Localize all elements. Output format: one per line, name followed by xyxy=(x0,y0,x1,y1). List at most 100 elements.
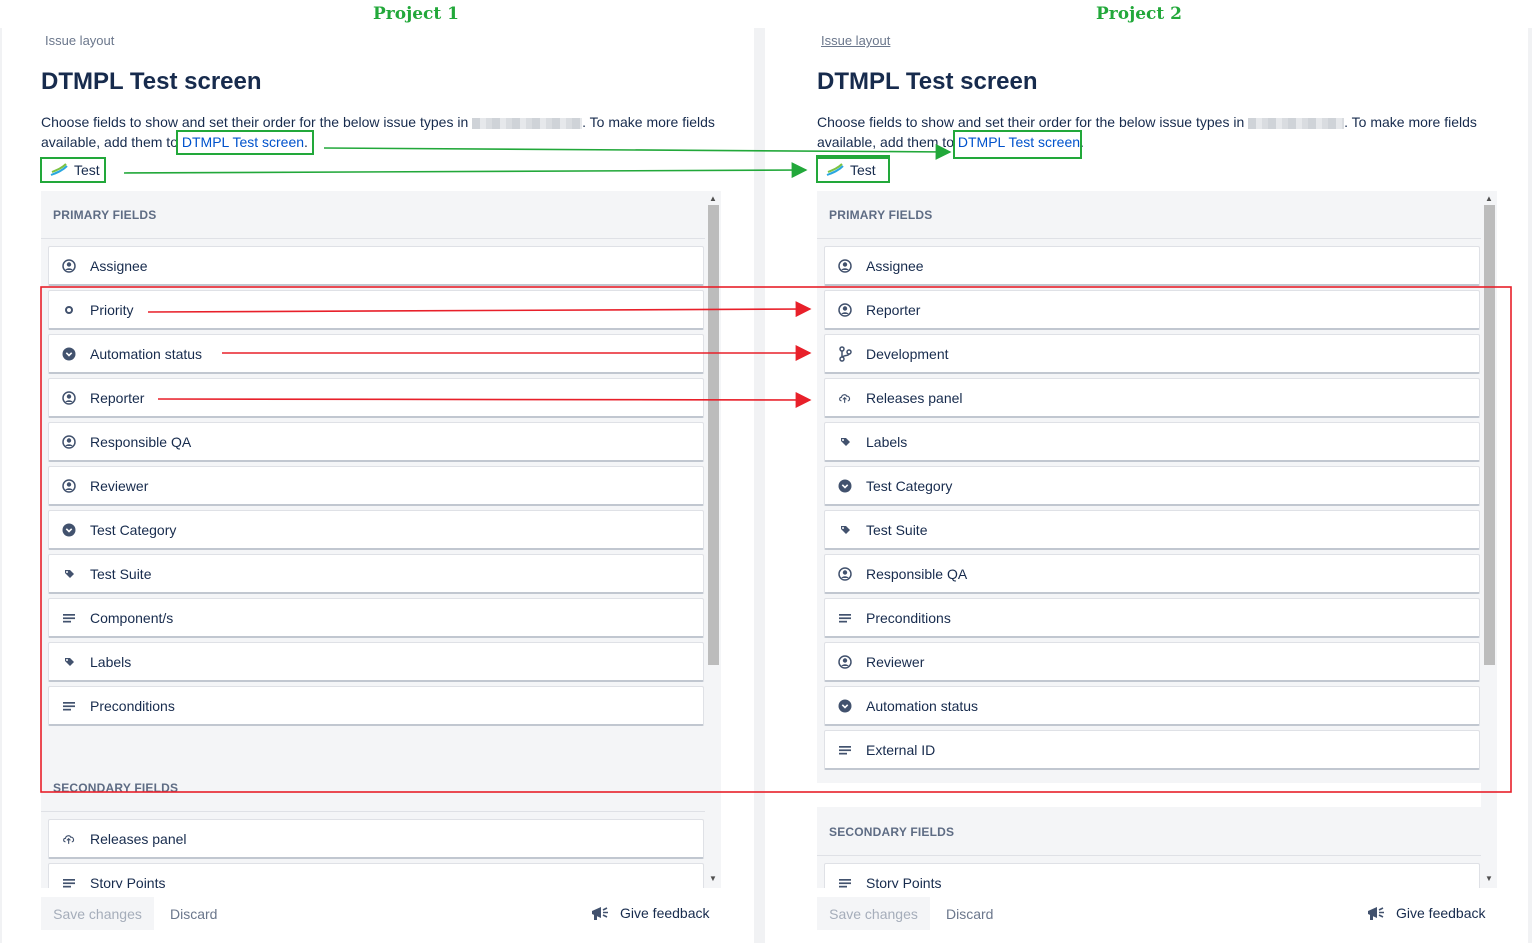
screen-link-highlight xyxy=(176,130,314,155)
page-title: DTMPL Test screen xyxy=(817,68,1038,95)
fields-panel: PRIMARY FIELDS Assignee Reporter Developme… xyxy=(817,191,1481,888)
section-gap xyxy=(817,783,1481,807)
field-label: Releases panel xyxy=(866,389,963,406)
give-feedback-button[interactable]: Give feedback xyxy=(1366,904,1486,922)
save-changes-button[interactable]: Save changes xyxy=(41,897,154,930)
field-row-releases-panel[interactable]: Releases panel xyxy=(48,819,704,859)
test-issue-type-icon xyxy=(50,163,68,176)
field-row-story-points[interactable]: Story Points xyxy=(48,863,704,888)
save-changes-button[interactable]: Save changes xyxy=(817,897,930,930)
field-label: Responsible QA xyxy=(90,433,192,450)
issue-type-highlight xyxy=(816,155,890,183)
field-label: Assignee xyxy=(866,257,924,274)
field-row-story-points[interactable]: Story Points xyxy=(824,863,1480,888)
field-row-priority[interactable]: Priority xyxy=(48,290,704,330)
field-label: Reviewer xyxy=(90,477,149,494)
cloud-upload-icon xyxy=(838,391,852,405)
field-label: External ID xyxy=(866,741,936,758)
field-label: Test Category xyxy=(866,477,953,494)
dropdown-circle-icon xyxy=(62,523,76,537)
text-lines-icon xyxy=(62,876,76,889)
field-label: Preconditions xyxy=(90,697,175,714)
field-row-external-id[interactable]: External ID xyxy=(824,730,1480,770)
priority-dot-icon xyxy=(62,303,76,317)
field-row-preconditions[interactable]: Preconditions xyxy=(48,686,704,726)
breadcrumb[interactable]: Issue layout xyxy=(821,33,890,48)
field-row-assignee[interactable]: Assignee xyxy=(824,246,1480,286)
field-label: Labels xyxy=(90,653,132,670)
field-label: Automation status xyxy=(90,345,203,362)
field-row-automation-status[interactable]: Automation status xyxy=(48,334,704,374)
fields-scrollbar[interactable]: ▲ ▼ xyxy=(1481,191,1497,888)
primary-fields-header: PRIMARY FIELDS xyxy=(53,208,157,222)
field-label: Test Suite xyxy=(90,565,152,582)
person-icon xyxy=(62,434,76,449)
field-row-test-category[interactable]: Test Category xyxy=(48,510,704,550)
field-row-responsible-qa[interactable]: Responsible QA xyxy=(824,554,1480,594)
field-row-labels[interactable]: Labels xyxy=(48,642,704,682)
dropdown-circle-icon xyxy=(838,479,852,493)
field-row-reviewer[interactable]: Reviewer xyxy=(48,466,704,506)
field-label: Component/s xyxy=(90,609,174,626)
cloud-upload-icon xyxy=(62,832,76,846)
field-label: Priority xyxy=(90,301,134,318)
breadcrumb[interactable]: Issue layout xyxy=(45,33,114,48)
give-feedback-button[interactable]: Give feedback xyxy=(590,904,710,922)
field-label: Test Category xyxy=(90,521,177,538)
tag-icon xyxy=(62,567,76,581)
section-divider xyxy=(41,811,705,812)
field-label: Assignee xyxy=(90,257,148,274)
dropdown-circle-icon xyxy=(838,699,852,713)
person-icon xyxy=(838,566,852,581)
primary-dropzone xyxy=(41,739,705,763)
field-row-responsible-qa[interactable]: Responsible QA xyxy=(48,422,704,462)
discard-button[interactable]: Discard xyxy=(946,906,993,922)
person-icon xyxy=(838,654,852,669)
scroll-up-arrow-icon[interactable]: ▲ xyxy=(709,194,717,203)
tag-icon xyxy=(838,435,852,449)
field-row-development[interactable]: Development xyxy=(824,334,1480,374)
field-row-test-suite[interactable]: Test Suite xyxy=(824,510,1480,550)
field-label: Test Suite xyxy=(866,521,928,538)
field-row-assignee[interactable]: Assignee xyxy=(48,246,704,286)
field-label: Story Points xyxy=(90,874,166,889)
page-title: DTMPL Test screen xyxy=(41,68,262,95)
secondary-fields-header: SECONDARY FIELDS xyxy=(829,825,955,839)
field-label: Releases panel xyxy=(90,830,187,847)
field-label: Development xyxy=(866,345,949,362)
person-icon xyxy=(62,478,76,493)
person-icon xyxy=(62,390,76,405)
dropdown-circle-icon xyxy=(62,347,76,361)
secondary-fields-header: SECONDARY FIELDS xyxy=(53,781,179,795)
issue-type-chip[interactable]: Test xyxy=(40,157,106,183)
fields-scrollbar[interactable]: ▲ ▼ xyxy=(705,191,721,888)
scroll-down-arrow-icon[interactable]: ▼ xyxy=(1485,874,1493,883)
field-row-automation-status[interactable]: Automation status xyxy=(824,686,1480,726)
field-row-reporter[interactable]: Reporter xyxy=(48,378,704,418)
field-row-releases-panel[interactable]: Releases panel xyxy=(824,378,1480,418)
text-lines-icon xyxy=(838,611,852,625)
field-row-labels[interactable]: Labels xyxy=(824,422,1480,462)
description-text: Choose fields to show and set their orde… xyxy=(41,114,469,130)
primary-fields-header: PRIMARY FIELDS xyxy=(829,208,933,222)
scroll-up-arrow-icon[interactable]: ▲ xyxy=(1485,194,1493,203)
project-2-panel: Issue layout DTMPL Test screen Choose fi… xyxy=(776,0,1497,943)
field-row-component-s[interactable]: Component/s xyxy=(48,598,704,638)
megaphone-icon xyxy=(592,907,608,920)
text-lines-icon xyxy=(62,611,76,625)
field-row-test-category[interactable]: Test Category xyxy=(824,466,1480,506)
give-feedback-label: Give feedback xyxy=(1396,905,1486,921)
field-label: Automation status xyxy=(866,697,979,714)
discard-button[interactable]: Discard xyxy=(170,906,217,922)
project-1-panel: Issue layout DTMPL Test screen Choose fi… xyxy=(0,0,721,943)
panel-divider xyxy=(754,28,765,943)
field-row-reviewer[interactable]: Reviewer xyxy=(824,642,1480,682)
field-row-preconditions[interactable]: Preconditions xyxy=(824,598,1480,638)
field-row-reporter[interactable]: Reporter xyxy=(824,290,1480,330)
scroll-down-arrow-icon[interactable]: ▼ xyxy=(709,874,717,883)
scrollbar-thumb[interactable] xyxy=(708,205,719,665)
field-label: Labels xyxy=(866,433,908,450)
field-label: Responsible QA xyxy=(866,565,968,582)
field-row-test-suite[interactable]: Test Suite xyxy=(48,554,704,594)
scrollbar-thumb[interactable] xyxy=(1484,205,1495,665)
